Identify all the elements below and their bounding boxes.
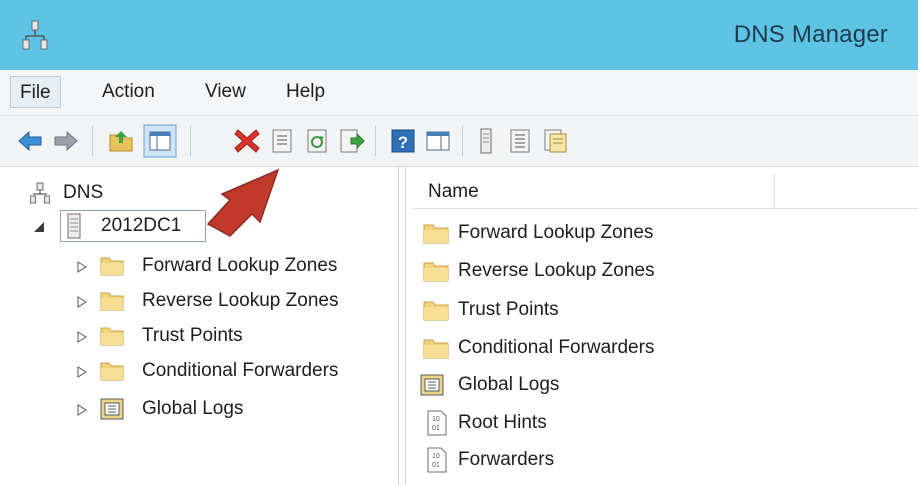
column-header[interactable]: Name: [412, 174, 918, 209]
svg-text:01: 01: [432, 425, 440, 432]
list-item-label: Forward Lookup Zones: [458, 222, 654, 243]
dns-root-icon: [30, 182, 50, 204]
menu-view[interactable]: View: [196, 76, 255, 108]
tree-item-label: 2012DC1: [101, 215, 182, 236]
list-item-label: Trust Points: [458, 299, 559, 320]
records-icon: 10 01: [427, 447, 447, 473]
title-bar: DNS Manager: [0, 0, 918, 70]
show-hide-console-tree-icon[interactable]: [143, 124, 177, 158]
svg-text:?: ?: [398, 133, 408, 152]
tree-item-label: Conditional Forwarders: [142, 360, 339, 381]
list-item[interactable]: Conditional Forwarders: [420, 333, 918, 363]
svg-text:01: 01: [432, 462, 440, 469]
toolbar-separator: [375, 126, 376, 156]
show-action-pane-icon[interactable]: [424, 127, 452, 155]
menu-file[interactable]: File: [10, 76, 61, 108]
tree-item-label: Trust Points: [142, 325, 243, 346]
list-item[interactable]: Forward Lookup Zones: [420, 218, 918, 248]
server-icon: [67, 213, 81, 239]
collapsed-arrow-icon[interactable]: [77, 366, 87, 378]
expanded-arrow-icon[interactable]: [33, 221, 45, 233]
delete-icon[interactable]: [233, 127, 261, 155]
tree-item-trust-points[interactable]: Trust Points: [0, 321, 398, 351]
tree-item-conditional-forwarders[interactable]: Conditional Forwarders: [0, 356, 398, 386]
list-item[interactable]: 10 01 Root Hints: [420, 408, 918, 438]
list-icon[interactable]: [506, 127, 534, 155]
tree-item-label: Reverse Lookup Zones: [142, 290, 339, 311]
folder-icon: [100, 362, 124, 381]
properties-icon[interactable]: [268, 127, 296, 155]
toolbar-separator: [190, 126, 191, 156]
folder-icon: [423, 339, 449, 359]
help-icon[interactable]: ?: [389, 127, 417, 155]
folder-icon: [423, 262, 449, 282]
folder-icon: [423, 301, 449, 321]
log-icon: [100, 398, 124, 420]
tree-item-global-logs[interactable]: Global Logs: [0, 394, 398, 424]
list-item[interactable]: 10 01 Forwarders: [420, 445, 918, 475]
up-folder-icon[interactable]: [107, 127, 135, 155]
list-item-label: Forwarders: [458, 449, 555, 470]
collapsed-arrow-icon[interactable]: [77, 331, 87, 343]
list-item-label: Conditional Forwarders: [458, 337, 655, 358]
folder-icon: [423, 224, 449, 244]
toolbar-separator: [462, 126, 463, 156]
svg-text:10: 10: [432, 416, 440, 423]
tree-item-dns[interactable]: DNS: [0, 178, 398, 208]
list-item-label: Reverse Lookup Zones: [458, 260, 655, 281]
server-icon[interactable]: [472, 127, 500, 155]
folder-icon: [100, 257, 124, 276]
forward-icon[interactable]: [52, 127, 80, 155]
list-item-label: Global Logs: [458, 374, 560, 395]
tree-item-label: DNS: [63, 182, 104, 203]
dns-app-icon: [22, 20, 48, 50]
list-item[interactable]: Reverse Lookup Zones: [420, 256, 918, 286]
collapsed-arrow-icon[interactable]: [77, 261, 87, 273]
annotation-arrow-icon: [206, 168, 280, 237]
folder-icon: [100, 292, 124, 311]
properties-sheet-icon[interactable]: [541, 127, 569, 155]
menu-action[interactable]: Action: [93, 76, 164, 108]
column-header-name[interactable]: Name: [428, 176, 479, 208]
folder-icon: [100, 327, 124, 346]
menu-bar: File Action View Help: [0, 70, 918, 116]
window-title: DNS Manager: [733, 21, 888, 48]
export-list-icon[interactable]: [337, 127, 365, 155]
tree-item-label: Forward Lookup Zones: [142, 255, 338, 276]
menu-help[interactable]: Help: [277, 76, 334, 108]
log-icon: [420, 374, 444, 396]
tree-item-server[interactable]: 2012DC1: [0, 211, 398, 241]
list-item[interactable]: Global Logs: [420, 370, 918, 400]
svg-text:10: 10: [432, 453, 440, 460]
back-icon[interactable]: [16, 127, 44, 155]
records-icon: 10 01: [427, 410, 447, 436]
tree-item-label: Global Logs: [142, 398, 244, 419]
toolbar-separator: [92, 126, 93, 156]
tree-item-reverse-lookup-zones[interactable]: Reverse Lookup Zones: [0, 286, 398, 316]
tree-item-forward-lookup-zones[interactable]: Forward Lookup Zones: [0, 251, 398, 281]
list-item[interactable]: Trust Points: [420, 295, 918, 325]
collapsed-arrow-icon[interactable]: [77, 296, 87, 308]
refresh-icon[interactable]: [303, 127, 331, 155]
column-divider[interactable]: [774, 174, 775, 208]
toolbar: ?: [0, 116, 918, 167]
list-item-label: Root Hints: [458, 412, 547, 433]
collapsed-arrow-icon[interactable]: [77, 404, 87, 416]
